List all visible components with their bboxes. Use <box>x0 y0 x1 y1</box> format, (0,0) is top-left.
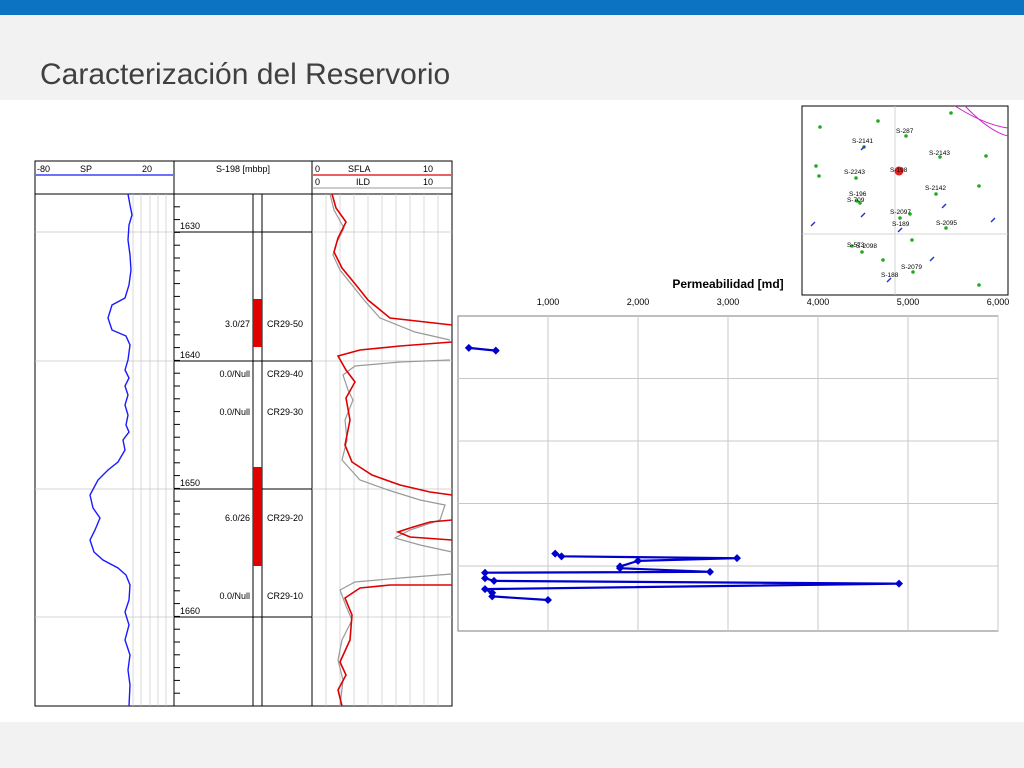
well-dot <box>898 216 902 220</box>
sp-track <box>34 193 175 707</box>
well-label: S-573 <box>847 242 865 249</box>
well-dot <box>818 125 822 129</box>
ild-name-label: ILD <box>356 177 371 187</box>
x-tick-label: 3,000 <box>717 297 740 307</box>
depth-label-1650: 1650 <box>180 478 200 488</box>
x-tick-label: 4,000 <box>807 297 830 307</box>
depth-label-1630: 1630 <box>180 221 200 231</box>
zone-ratio-cr29-30: 0.0/Null <box>219 407 250 417</box>
sfla-max-label: 10 <box>423 164 433 174</box>
well-label: S-2141 <box>852 138 873 145</box>
zone-ratio-cr29-40: 0.0/Null <box>219 369 250 379</box>
well-label: S-709 <box>847 197 865 204</box>
reservoir-figure: -80 SP 20 S-198 [mbbp] 0 SFLA 10 0 ILD 1… <box>34 105 1010 707</box>
zone-ratio-cr29-20: 6.0/26 <box>225 513 250 523</box>
x-tick-label: 6,000 <box>987 297 1010 307</box>
well-dot <box>984 154 988 158</box>
depth-label-1640: 1640 <box>180 350 200 360</box>
depth-track <box>173 193 313 707</box>
ild-min-label: 0 <box>315 177 320 187</box>
perforation-interval-upper <box>253 299 262 347</box>
x-tick-label: 1,000 <box>537 297 560 307</box>
ild-max-label: 10 <box>423 177 433 187</box>
well-label: S-198 <box>890 167 908 174</box>
zone-ratio-cr29-50: 3.0/27 <box>225 319 250 329</box>
zone-name-cr29-40: CR29-40 <box>267 369 303 379</box>
well-label: S-2142 <box>925 185 946 192</box>
zone-name-cr29-10: CR29-10 <box>267 591 303 601</box>
x-tick-label: 5,000 <box>897 297 920 307</box>
well-label: S-189 <box>892 221 910 228</box>
sfla-name-label: SFLA <box>348 164 371 174</box>
well-dot <box>977 184 981 188</box>
sp-header-box <box>34 160 175 195</box>
zone-name-cr29-50: CR29-50 <box>267 319 303 329</box>
well-label: S-2079 <box>901 264 922 271</box>
well-location-map: S-287S-2141S-2143S-2243 S-198S-2142S-196S… <box>801 105 1009 296</box>
well-label: S-2097 <box>890 209 911 216</box>
sp-min-label: -80 <box>37 164 50 174</box>
well-label: S-2095 <box>936 220 957 227</box>
sp-name-label: SP <box>80 164 92 174</box>
sfla-min-label: 0 <box>315 164 320 174</box>
well-dot <box>977 283 981 287</box>
well-dot <box>881 258 885 262</box>
depth-label-1660: 1660 <box>180 606 200 616</box>
zone-ratio-cr29-10: 0.0/Null <box>219 591 250 601</box>
depth-header-label: S-198 [mbbp] <box>216 164 270 174</box>
well-label: S-188 <box>881 272 899 279</box>
well-dot <box>817 174 821 178</box>
well-dot <box>854 176 858 180</box>
permeability-chart: Permeabilidad [md] 1,000 2,000 3,000 4,000 5… <box>457 277 1010 632</box>
zone-name-cr29-20: CR29-20 <box>267 513 303 523</box>
sp-max-label: 20 <box>142 164 152 174</box>
well-log-panel: -80 SP 20 S-198 [mbbp] 0 SFLA 10 0 ILD 1… <box>34 160 453 707</box>
zone-name-cr29-30: CR29-30 <box>267 407 303 417</box>
well-dot <box>934 192 938 196</box>
well-dot <box>814 164 818 168</box>
x-tick-label: 2,000 <box>627 297 650 307</box>
perforation-interval-lower <box>253 467 262 566</box>
well-dot <box>910 238 914 242</box>
well-dot <box>949 111 953 115</box>
well-label: S-2143 <box>929 150 950 157</box>
well-label: S-2243 <box>844 169 865 176</box>
well-dot <box>876 119 880 123</box>
well-label: S-287 <box>896 128 914 135</box>
well-dot <box>860 250 864 254</box>
chart-title: Permeabilidad [md] <box>672 277 783 291</box>
